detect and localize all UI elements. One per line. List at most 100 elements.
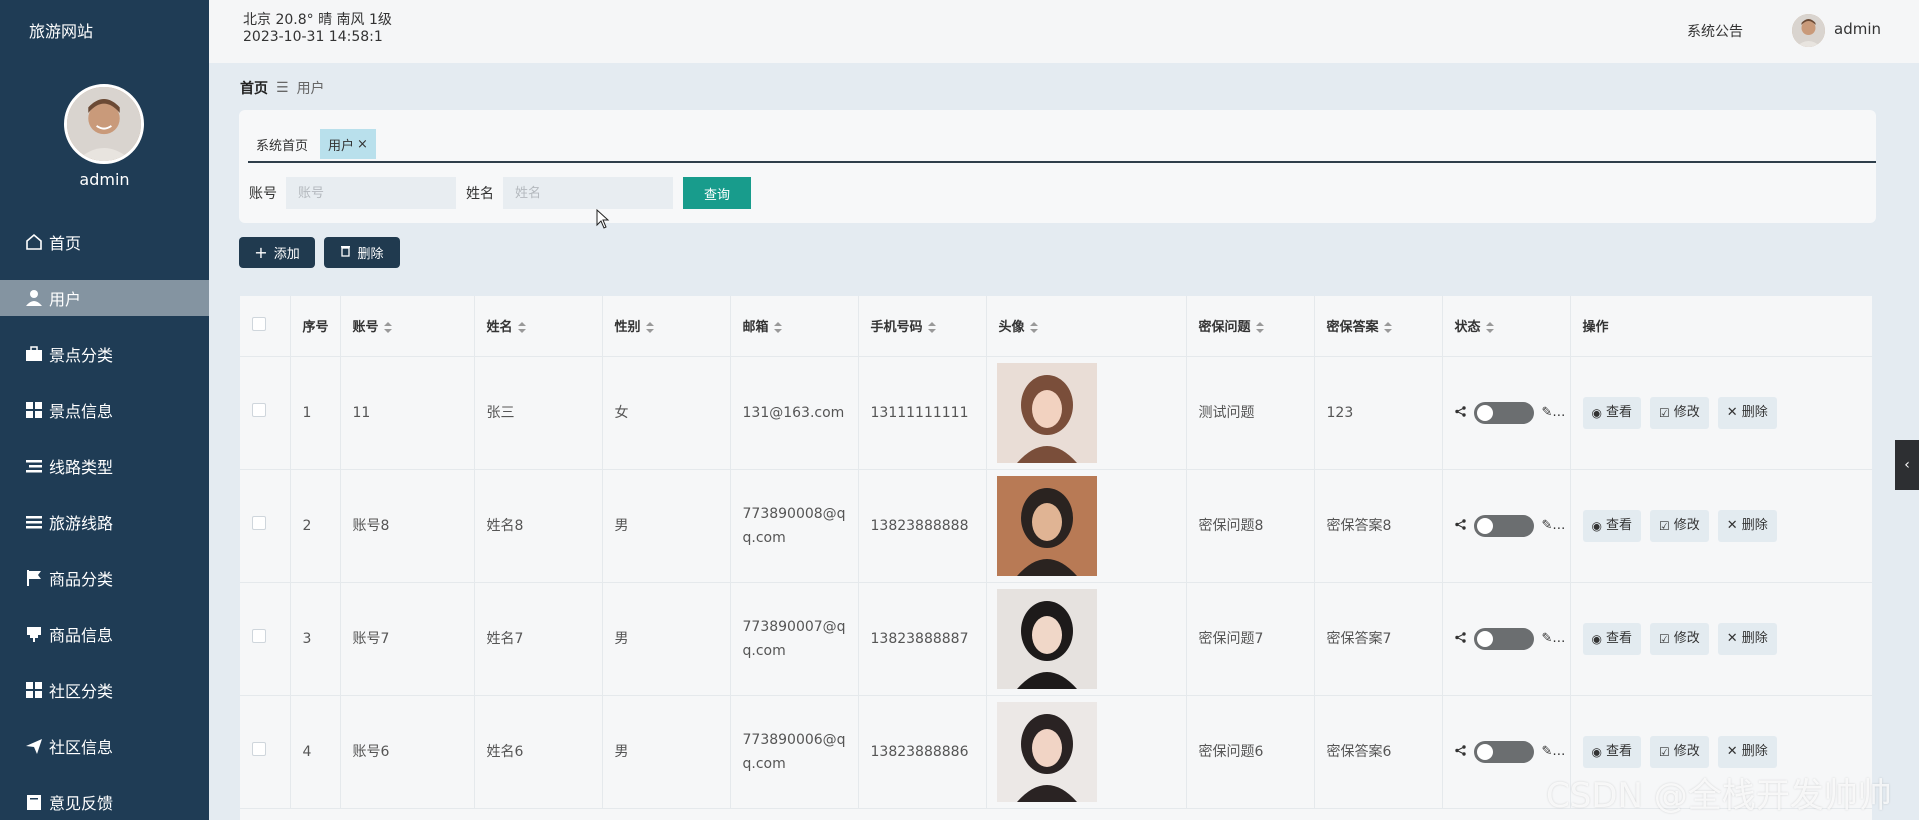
share-icon[interactable] [1454,740,1466,764]
column-header[interactable]: 密保答案 [1314,296,1443,357]
column-label: 头像 [998,320,1025,336]
account-input[interactable] [286,177,456,209]
sidebar-item-label: 景点分类 [49,346,114,365]
column-label: 邮箱 [742,320,769,336]
header-avatar[interactable] [1792,14,1825,47]
sidebar-item-home[interactable]: 首页 [0,214,209,270]
column-header[interactable]: 姓名 [474,296,603,357]
column-label: 密保答案 [1326,320,1379,336]
column-header[interactable]: 头像 [986,296,1187,357]
share-icon[interactable] [1454,514,1466,538]
sidebar-item-feedback[interactable]: 意见反馈 [0,774,209,820]
sidebar-item-community-info[interactable]: 社区信息 [0,718,209,774]
select-all-checkbox[interactable] [252,316,266,331]
row-delete-button[interactable]: ✕ 删除 [1717,735,1777,768]
cell-status: ✎… [1442,469,1571,583]
edit-button[interactable]: ☑ 修改 [1650,735,1709,768]
column-header[interactable]: 性别 [602,296,731,357]
sidebar-item-label: 景点信息 [49,402,114,421]
edit-button[interactable]: ☑ 修改 [1650,622,1709,655]
edit-button[interactable]: ☑ 修改 [1650,396,1709,429]
sort-icon[interactable] [1485,322,1494,334]
table-header-row: 序号 账号 姓名 性别 邮箱 手机号码 头像 密保问题 密保答案 状态 操作 [240,296,1872,357]
view-button[interactable]: ◉ 查看 [1582,622,1641,655]
status-toggle[interactable] [1473,401,1534,424]
column-header[interactable]: 账号 [340,296,475,357]
row-select-cell[interactable] [240,469,291,583]
collapse-panel-button[interactable]: ‹ [1895,440,1919,490]
cell-index: 3 [290,582,341,696]
breadcrumb-home[interactable]: 首页 [240,78,268,98]
column-label: 账号 [352,320,379,336]
sidebar-item-route-type[interactable]: 线路类型 [0,438,209,494]
cell-answer: 密保答案8 [1314,469,1443,583]
edit-pen-icon[interactable]: ✎… [1542,740,1566,764]
edit-pen-icon[interactable]: ✎… [1542,514,1566,538]
name-label: 姓名 [466,186,494,202]
sidebar-item-label: 商品信息 [49,626,114,645]
add-button[interactable]: + 添加 [239,237,315,268]
cell-answer: 密保答案7 [1314,582,1443,696]
cell-name: 姓名8 [474,469,603,583]
sidebar-item-scenic-category[interactable]: 景点分类 [0,326,209,382]
tab-home[interactable]: 系统首页 [248,129,316,159]
sort-icon[interactable] [1383,322,1392,334]
sort-icon[interactable] [773,322,782,334]
row-delete-button[interactable]: ✕ 删除 [1717,396,1777,429]
row-delete-button[interactable]: ✕ 删除 [1717,622,1777,655]
sort-icon[interactable] [645,322,654,334]
sidebar-item-label: 意见反馈 [49,794,114,813]
delete-button-label: 删除 [357,247,384,262]
sort-icon[interactable] [927,322,936,334]
sidebar-item-product-info[interactable]: 商品信息 [0,606,209,662]
chevron-left-icon: ‹ [1904,457,1910,473]
share-icon[interactable] [1454,401,1466,425]
row-select-cell[interactable] [240,695,291,809]
row-checkbox[interactable] [252,402,266,417]
sort-icon[interactable] [517,322,526,334]
row-checkbox[interactable] [252,628,266,643]
row-checkbox[interactable] [252,741,266,756]
cell-account: 11 [340,356,475,470]
edit-pen-icon[interactable]: ✎… [1542,627,1566,651]
column-header[interactable]: 密保问题 [1186,296,1315,357]
delete-button[interactable]: 删除 [324,237,400,268]
sidebar-item-travel-route[interactable]: 旅游线路 [0,494,209,550]
column-header[interactable]: 手机号码 [858,296,987,357]
edit-icon: ☑ [1659,518,1670,533]
sort-icon[interactable] [383,322,392,334]
select-all-cell[interactable] [240,296,291,357]
status-toggle[interactable] [1473,627,1534,650]
search-button[interactable]: 查询 [683,177,751,209]
search-row: 账号 姓名 查询 [249,177,751,209]
sidebar-item-product-category[interactable]: 商品分类 [0,550,209,606]
cell-gender: 女 [602,356,731,470]
sidebar-item-community-category[interactable]: 社区分类 [0,662,209,718]
weather-info: 北京 20.8° 晴 南风 1级 [243,12,392,28]
view-button[interactable]: ◉ 查看 [1582,735,1641,768]
close-icon[interactable]: × [357,137,368,152]
column-header[interactable]: 邮箱 [730,296,859,357]
view-button[interactable]: ◉ 查看 [1582,396,1641,429]
brand-title: 旅游网站 [29,22,94,41]
view-button[interactable]: ◉ 查看 [1582,509,1641,542]
status-toggle[interactable] [1473,740,1534,763]
header-username[interactable]: admin [1834,20,1881,38]
edit-pen-icon[interactable]: ✎… [1542,401,1566,425]
row-checkbox[interactable] [252,515,266,530]
user-icon [23,287,45,309]
sort-icon[interactable] [1255,322,1264,334]
sidebar-item-scenic-info[interactable]: 景点信息 [0,382,209,438]
status-toggle[interactable] [1473,514,1534,537]
edit-button[interactable]: ☑ 修改 [1650,509,1709,542]
system-notice-link[interactable]: 系统公告 [1687,21,1743,41]
row-select-cell[interactable] [240,356,291,470]
tab-user[interactable]: 用户 × [320,129,376,159]
row-delete-button[interactable]: ✕ 删除 [1717,509,1777,542]
sort-icon[interactable] [1029,322,1038,334]
column-header[interactable]: 状态 [1442,296,1571,357]
sidebar-item-user[interactable]: 用户 [0,280,209,316]
share-icon[interactable] [1454,627,1466,651]
name-input[interactable] [503,177,673,209]
row-select-cell[interactable] [240,582,291,696]
